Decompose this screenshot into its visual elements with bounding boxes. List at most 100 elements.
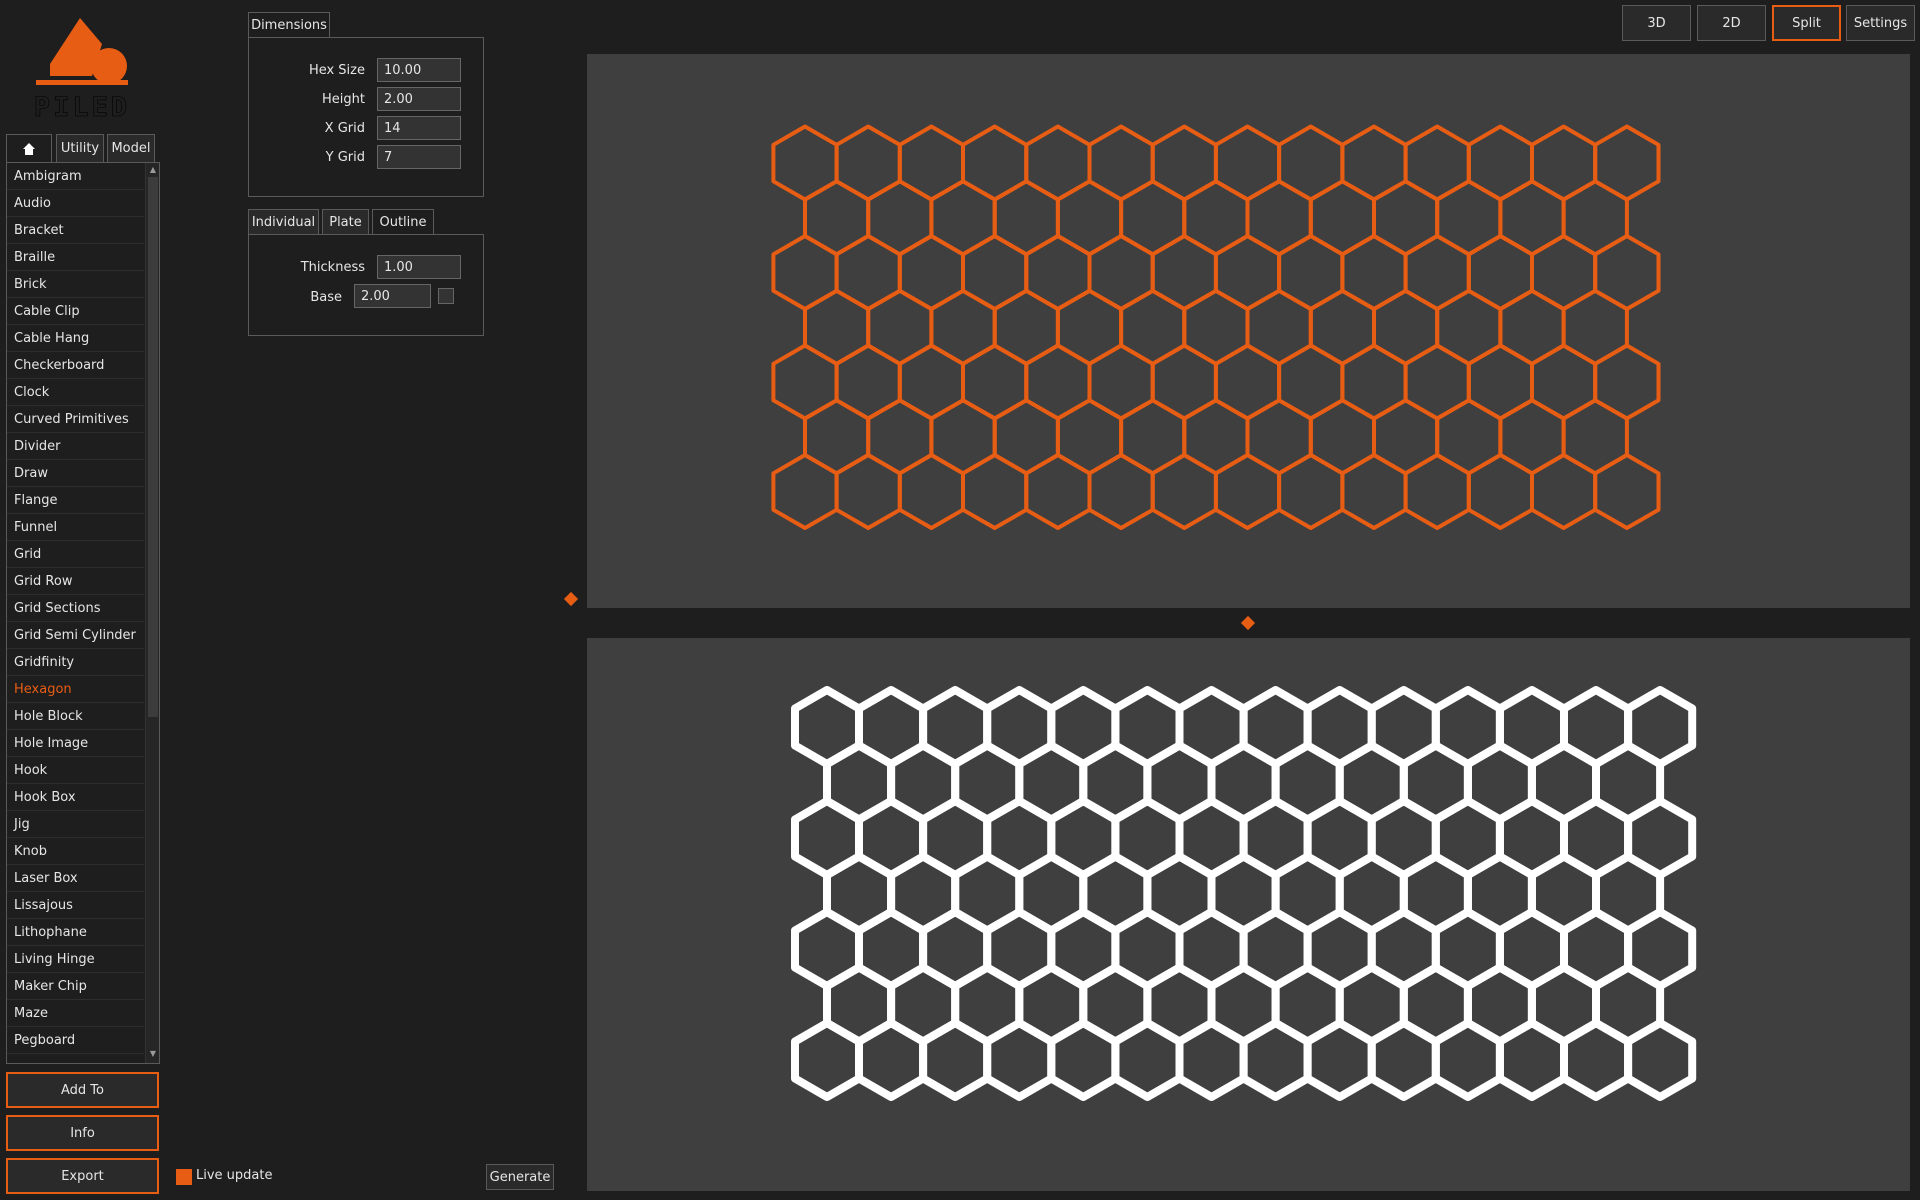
list-item[interactable]: Brick xyxy=(7,271,144,298)
tab-model[interactable]: Model xyxy=(107,134,155,162)
export-button[interactable]: Export xyxy=(6,1158,159,1194)
list-item[interactable]: Living Hinge xyxy=(7,946,144,973)
list-item[interactable]: Braille xyxy=(7,244,144,271)
list-item[interactable]: Bracket xyxy=(7,217,144,244)
list-item[interactable]: Cable Hang xyxy=(7,325,144,352)
list-item[interactable]: Lithophane xyxy=(7,919,144,946)
hexagon-cell xyxy=(1367,1019,1440,1101)
list-item[interactable]: Clock xyxy=(7,379,144,406)
view-3d-button[interactable]: 3D xyxy=(1622,5,1691,41)
base-input[interactable] xyxy=(354,284,431,308)
hexagon-cell xyxy=(1150,453,1218,530)
logo-mark-icon: PILED xyxy=(34,18,128,123)
model-list-scrollbar[interactable]: ▲ ▼ xyxy=(145,163,159,1063)
hexagon-cell xyxy=(1431,1019,1504,1101)
tab-plate[interactable]: Plate xyxy=(322,209,369,235)
list-item[interactable]: Hook xyxy=(7,757,144,784)
x-grid-input[interactable] xyxy=(377,116,461,140)
info-button[interactable]: Info xyxy=(6,1115,159,1151)
list-item[interactable]: Hexagon xyxy=(7,676,144,703)
tab-utility[interactable]: Utility xyxy=(56,134,104,162)
base-label: Base xyxy=(310,290,342,305)
scroll-up-icon[interactable]: ▲ xyxy=(148,165,158,175)
list-item[interactable]: Checkerboard xyxy=(7,352,144,379)
hexagon-cell xyxy=(1466,453,1534,530)
view-2d-button[interactable]: 2D xyxy=(1697,5,1766,41)
hexagon-cell xyxy=(1303,1019,1376,1101)
thickness-input[interactable] xyxy=(377,255,461,279)
list-item[interactable]: Maze xyxy=(7,1000,144,1027)
hexagon-cell xyxy=(791,1019,863,1101)
list-item[interactable]: Grid Row xyxy=(7,568,144,595)
hexagon-cell xyxy=(1560,1019,1633,1101)
thickness-label: Thickness xyxy=(300,260,365,275)
hexagon-grid-3d-preview xyxy=(771,124,1661,530)
hexagon-cell xyxy=(983,1019,1056,1101)
list-item[interactable]: Hole Block xyxy=(7,703,144,730)
hexagon-cell xyxy=(1239,1019,1312,1101)
hexagon-cell xyxy=(1340,453,1408,530)
add-to-button[interactable]: Add To xyxy=(6,1072,159,1108)
list-item[interactable]: Draw xyxy=(7,460,144,487)
vertical-splitter-handle[interactable] xyxy=(563,591,579,607)
y-grid-input[interactable] xyxy=(377,145,461,169)
viewport-2d[interactable] xyxy=(587,638,1910,1191)
model-list[interactable]: Ambigram Audio Bracket Braille Brick Cable Cl… xyxy=(6,162,160,1064)
hexagon-cell xyxy=(1111,1019,1184,1101)
hexagon-cell xyxy=(897,453,965,530)
hexagon-cell xyxy=(919,1019,992,1101)
list-item[interactable]: Grid xyxy=(7,541,144,568)
list-item[interactable]: Grid Sections xyxy=(7,595,144,622)
hexagon-cell xyxy=(1047,1019,1120,1101)
generate-button[interactable]: Generate xyxy=(486,1164,554,1190)
list-item[interactable]: Gridfinity xyxy=(7,649,144,676)
list-item[interactable]: Maker Chip xyxy=(7,973,144,1000)
list-item[interactable]: Laser Box xyxy=(7,865,144,892)
hexagon-cell xyxy=(1593,453,1661,530)
hexagon-cell xyxy=(1213,453,1282,530)
list-item[interactable]: Curved Primitives xyxy=(7,406,144,433)
tab-home[interactable] xyxy=(6,134,52,162)
list-item[interactable]: Grid Semi Cylinder xyxy=(7,622,144,649)
model-list-items: Ambigram Audio Bracket Braille Brick Cable Cl… xyxy=(7,163,144,1054)
horizontal-splitter-handle[interactable] xyxy=(1240,615,1256,631)
height-label: Height xyxy=(322,92,365,107)
viewport-3d[interactable] xyxy=(587,54,1910,608)
list-item[interactable]: Flange xyxy=(7,487,144,514)
app-logo: PILED xyxy=(30,14,138,123)
list-item[interactable]: Hole Image xyxy=(7,730,144,757)
base-checkbox[interactable] xyxy=(438,288,454,304)
list-item[interactable]: Ambigram xyxy=(7,163,144,190)
hexagon-cell xyxy=(1530,453,1598,530)
list-item[interactable]: Knob xyxy=(7,838,144,865)
hexagon-cell xyxy=(1087,453,1155,530)
scroll-thumb[interactable] xyxy=(148,177,158,717)
view-split-button[interactable]: Split xyxy=(1772,5,1841,41)
height-input[interactable] xyxy=(377,87,461,111)
settings-button[interactable]: Settings xyxy=(1846,5,1915,41)
hexagon-grid-2d-preview xyxy=(791,686,1697,1101)
list-item[interactable]: Lissajous xyxy=(7,892,144,919)
x-grid-label: X Grid xyxy=(324,121,365,136)
tab-outline[interactable]: Outline xyxy=(372,209,434,235)
y-grid-label: Y Grid xyxy=(325,150,365,165)
hex-size-label: Hex Size xyxy=(308,63,365,78)
tab-dimensions[interactable]: Dimensions xyxy=(248,12,330,38)
live-update-checkbox[interactable] xyxy=(176,1169,192,1185)
list-item[interactable]: Jig xyxy=(7,811,144,838)
live-update-label: Live update xyxy=(196,1168,273,1183)
hexagon-cell xyxy=(1175,1019,1248,1101)
list-item[interactable]: Audio xyxy=(7,190,144,217)
list-item[interactable]: Funnel xyxy=(7,514,144,541)
home-icon xyxy=(23,142,35,155)
list-item[interactable]: Cable Clip xyxy=(7,298,144,325)
scroll-down-icon[interactable]: ▼ xyxy=(148,1049,158,1059)
list-item[interactable]: Hook Box xyxy=(7,784,144,811)
list-item[interactable]: Pegboard xyxy=(7,1027,144,1054)
hexagon-cell xyxy=(1495,1019,1568,1101)
list-item[interactable]: Divider xyxy=(7,433,144,460)
hexagon-cell xyxy=(855,1019,928,1101)
hexagon-cell xyxy=(961,453,1029,530)
hex-size-input[interactable] xyxy=(377,58,461,82)
tab-individual[interactable]: Individual xyxy=(248,209,319,235)
